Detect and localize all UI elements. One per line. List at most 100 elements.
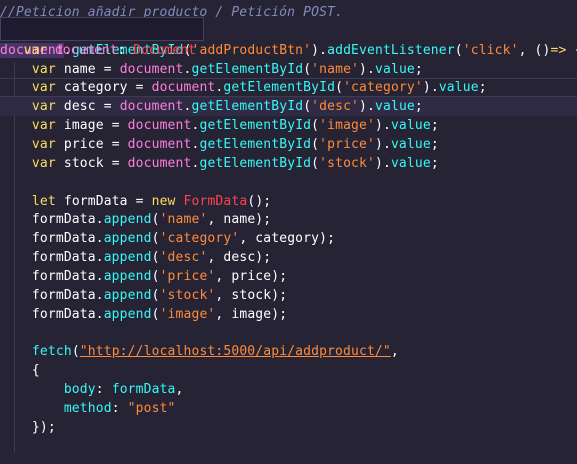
code-token: 'image' [319, 118, 375, 134]
code-token: , price); [215, 268, 288, 284]
code-token: formData. [0, 212, 104, 228]
code-token: var [31, 61, 56, 77]
code-token: ( [335, 80, 344, 96]
code-line[interactable]: var desc = document.getElementById('desc… [0, 97, 577, 117]
code-token: document [127, 136, 192, 152]
code-token: name = [55, 61, 120, 77]
code-token: value [375, 99, 415, 115]
code-token: value [390, 155, 431, 171]
code-token: ( [303, 61, 312, 77]
code-line[interactable]: formData.append('stock', stock); [0, 286, 577, 305]
code-line[interactable]: method: "post" [0, 399, 577, 418]
code-token: ). [359, 61, 376, 77]
code-line[interactable]: let formData = new FormData(); [0, 192, 577, 211]
tooltip-keyword: var [23, 43, 48, 58]
code-token: value [390, 136, 431, 152]
code-token: ( [151, 250, 160, 266]
code-line[interactable] [0, 323, 577, 342]
code-line[interactable]: fetch("http://localhost:5000/api/addprod… [0, 342, 577, 361]
code-token: formData. [0, 268, 104, 284]
code-token: getElementById [199, 136, 312, 152]
code-line[interactable]: formData.append('desc', desc); [0, 248, 577, 267]
code-token: desc = [55, 99, 120, 115]
code-token: FormData [183, 193, 248, 209]
code-token: ). [374, 118, 391, 134]
code-line[interactable]: formData.append('name', name); [0, 210, 577, 229]
code-token: 'name' [311, 61, 360, 77]
code-token: getElementById [199, 118, 312, 134]
code-token: document [127, 155, 192, 171]
code-token: price = [55, 136, 128, 152]
code-token: var [31, 155, 56, 171]
code-token: ( [311, 155, 320, 171]
code-token: { [0, 363, 40, 379]
code-token: { [566, 43, 577, 58]
code-token: var [31, 99, 56, 115]
code-token: 'price' [159, 268, 216, 284]
code-line[interactable] [0, 173, 577, 192]
code-token: ). [374, 136, 391, 152]
code-token: ( [151, 212, 160, 228]
code-token: let [31, 193, 56, 209]
code-token: , [175, 382, 184, 397]
code-token: var [31, 136, 56, 152]
code-token: getElementById [191, 61, 304, 77]
code-line[interactable]: var image = document.getElementById('ima… [0, 116, 577, 135]
code-token: => [550, 42, 567, 58]
code-token: ; [430, 118, 439, 134]
code-token: ; [414, 99, 423, 115]
code-token: append [103, 287, 152, 303]
code-line[interactable]: formData.append('category', category); [0, 229, 577, 248]
code-token: value [375, 61, 415, 77]
code-editor[interactable]: //Peticion añadir producto / Petición PO… [0, 0, 577, 464]
code-token: formData = [55, 193, 152, 209]
code-token: append [103, 250, 152, 266]
code-line[interactable]: }); [0, 418, 577, 437]
code-token: , desc); [207, 250, 272, 266]
code-token: append [103, 231, 152, 247]
code-token: var [31, 118, 56, 134]
code-line[interactable]: body: formData, [0, 380, 577, 399]
code-token: fetch [31, 344, 72, 360]
code-token: stock = [55, 155, 128, 171]
code-token: ). [422, 80, 439, 96]
code-line[interactable]: var category = document.getElementById('… [0, 78, 577, 97]
code-token: ). [311, 42, 328, 58]
code-token: ( [151, 306, 160, 322]
code-token: ( [454, 42, 463, 58]
code-token: addEventListener [327, 42, 455, 58]
code-token: document [127, 118, 192, 134]
code-line[interactable]: var name = document.getElementById('name… [0, 60, 577, 79]
code-token: ( [151, 231, 160, 247]
code-token: formData [111, 382, 176, 397]
code-line[interactable]: var stock = document.getElementById('sto… [0, 154, 577, 173]
code-token: 'image' [159, 306, 216, 322]
code-token: value [390, 118, 431, 134]
tooltip-type: Document [133, 43, 196, 58]
code-token: ( [311, 136, 320, 152]
code-token: formData. [0, 306, 104, 322]
code-token: ; [430, 136, 439, 152]
code-token: formData. [0, 250, 104, 266]
code-token: document [119, 61, 184, 77]
code-token: () [534, 42, 551, 58]
code-token: document [151, 80, 216, 96]
code-line[interactable]: { [0, 361, 577, 380]
code-token: "http://localhost:5000/api/addproduct/" [79, 344, 391, 360]
code-token: method [63, 400, 112, 416]
code-line[interactable]: formData.append('image', image); [0, 305, 577, 324]
code-token: , stock); [215, 287, 288, 303]
code-token: 'click' [462, 42, 519, 58]
code-line[interactable]: var price = document.getElementById('pri… [0, 135, 577, 154]
code-line[interactable]: formData.append('price', price); [0, 267, 577, 286]
code-token: append [103, 268, 152, 284]
code-token: : [95, 382, 112, 397]
tooltip-space [47, 43, 55, 58]
code-token: append [103, 212, 152, 228]
code-token: ; [430, 155, 439, 171]
